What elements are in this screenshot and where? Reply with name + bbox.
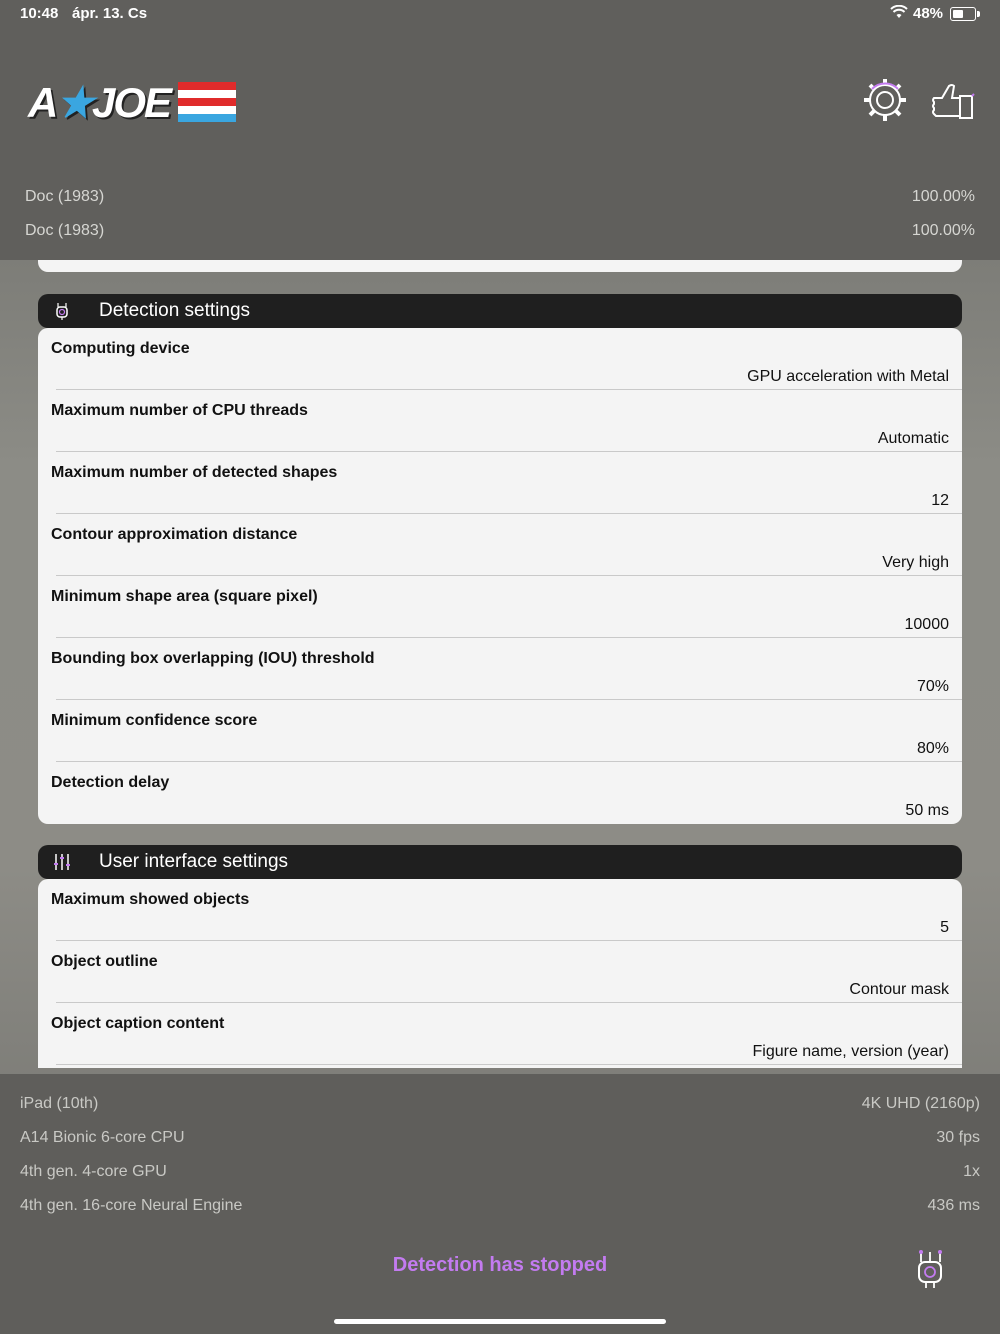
wifi-icon [890, 5, 908, 18]
device-info-row: 4th gen. 16-core Neural Engine 436 ms [20, 1197, 980, 1215]
setting-value: Contour mask [849, 981, 949, 998]
setting-value: Figure name, version (year) [752, 1043, 949, 1060]
top-panel [0, 0, 1000, 260]
device-info-right: 4K UHD (2160p) [861, 1095, 980, 1112]
setting-cpu-threads[interactable]: Maximum number of CPU threads Automatic [38, 390, 962, 452]
detection-settings-card: Computing device GPU acceleration with M… [38, 328, 962, 824]
setting-label: Object caption content [51, 1015, 225, 1032]
device-info-right: 30 fps [936, 1129, 980, 1146]
setting-value: 50 ms [905, 802, 949, 819]
setting-value: 10000 [904, 616, 950, 633]
home-indicator[interactable] [334, 1319, 666, 1324]
setting-value: 5 [940, 919, 949, 936]
section-title: Detection settings [99, 300, 251, 321]
setting-object-caption[interactable]: Object caption content Figure name, vers… [38, 1003, 962, 1065]
neural-chip-icon[interactable] [910, 1248, 952, 1290]
detection-name: Doc (1983) [25, 222, 105, 239]
device-info-row: iPad (10th) 4K UHD (2160p) [20, 1095, 980, 1113]
battery-icon [950, 7, 980, 21]
gear-icon[interactable] [862, 77, 908, 123]
setting-value: 80% [916, 740, 949, 757]
setting-max-showed-objects[interactable]: Maximum showed objects 5 [38, 879, 962, 941]
status-time: 10:48 [20, 5, 59, 22]
device-info-left: 4th gen. 4-core GPU [20, 1163, 167, 1180]
setting-value: Very high [882, 554, 949, 571]
detection-result-row: Doc (1983) 100.00% [25, 222, 975, 240]
detection-confidence: 100.00% [911, 222, 975, 239]
detection-status-message: Detection has stopped [392, 1254, 608, 1276]
device-info-right: 436 ms [927, 1197, 980, 1214]
device-info-left: iPad (10th) [20, 1095, 99, 1112]
setting-label: Maximum showed objects [51, 891, 250, 908]
setting-label: Contour approximation distance [51, 526, 298, 543]
detection-settings-header: Detection settings [38, 294, 962, 328]
device-info-row: 4th gen. 4-core GPU 1x [20, 1163, 980, 1181]
chip-icon [56, 303, 68, 320]
setting-value: Automatic [877, 430, 949, 447]
section-title: User interface settings [99, 851, 289, 872]
setting-contour-approximation[interactable]: Contour approximation distance Very high [38, 514, 962, 576]
setting-label: Minimum shape area (square pixel) [51, 588, 318, 605]
status-date: ápr. 13. Cs [72, 5, 148, 22]
gi-joe-logo: A★JOE [28, 78, 238, 126]
battery-percent: 48% [913, 5, 944, 22]
setting-value: GPU acceleration with Metal [747, 368, 949, 385]
setting-min-confidence[interactable]: Minimum confidence score 80% [38, 700, 962, 762]
setting-computing-device[interactable]: Computing device GPU acceleration with M… [38, 328, 962, 390]
setting-label: Detection delay [51, 774, 170, 791]
device-info-left: A14 Bionic 6-core CPU [20, 1129, 185, 1146]
setting-iou-threshold[interactable]: Bounding box overlapping (IOU) threshold… [38, 638, 962, 700]
previous-card-edge [38, 260, 962, 272]
detection-result-row: Doc (1983) 100.00% [25, 188, 975, 206]
setting-label: Object outline [51, 953, 158, 970]
detection-confidence: 100.00% [911, 188, 975, 205]
setting-object-outline[interactable]: Object outline Contour mask [38, 941, 962, 1003]
device-info-row: A14 Bionic 6-core CPU 30 fps [20, 1129, 980, 1147]
setting-label: Computing device [51, 340, 190, 357]
setting-label: Bounding box overlapping (IOU) threshold [51, 650, 375, 667]
sliders-icon [54, 854, 70, 870]
setting-label: Minimum confidence score [51, 712, 258, 729]
status-bar: 10:48 ápr. 13. Cs 48% [0, 0, 1000, 28]
device-info-left: 4th gen. 16-core Neural Engine [20, 1197, 243, 1214]
thumbs-up-icon[interactable] [930, 82, 976, 122]
setting-detection-delay[interactable]: Detection delay 50 ms [38, 762, 962, 824]
detection-name: Doc (1983) [25, 188, 105, 205]
setting-value: 70% [916, 678, 949, 695]
setting-label: Maximum number of CPU threads [51, 402, 308, 419]
setting-max-detected-shapes[interactable]: Maximum number of detected shapes 12 [38, 452, 962, 514]
setting-min-shape-area[interactable]: Minimum shape area (square pixel) 10000 [38, 576, 962, 638]
setting-label: Maximum number of detected shapes [51, 464, 338, 481]
divider [56, 1064, 962, 1065]
device-info-right: 1x [963, 1163, 980, 1180]
ui-settings-header: User interface settings [38, 845, 962, 879]
setting-value: 12 [931, 492, 949, 509]
ui-settings-card: Maximum showed objects 5 Object outline … [38, 879, 962, 1068]
